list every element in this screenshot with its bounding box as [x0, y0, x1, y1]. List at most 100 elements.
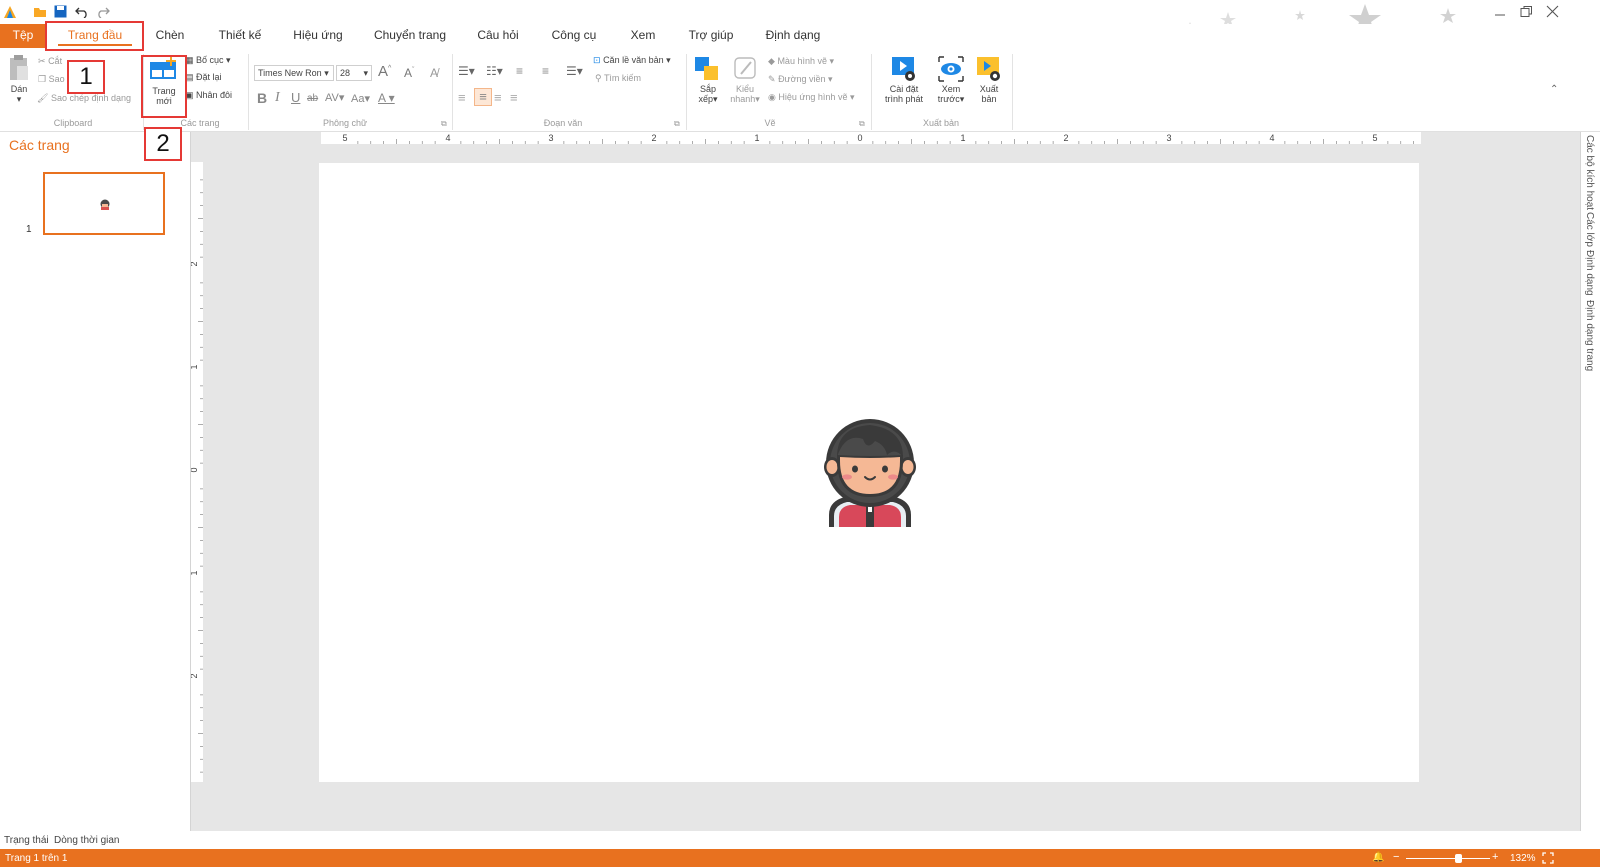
tab-tools[interactable]: Công cụ: [544, 24, 604, 48]
fit-to-window-icon[interactable]: [1542, 852, 1554, 864]
decrease-indent-icon[interactable]: ≡: [516, 64, 523, 78]
zoom-level: 132%: [1510, 853, 1536, 864]
publish-icon: [977, 57, 1000, 81]
search-icon: ⚲: [595, 73, 602, 83]
shape-effects-button[interactable]: ◉ Hiệu ứng hình vẽ ▾: [768, 92, 854, 103]
duplicate-button[interactable]: ▣ Nhân đôi: [185, 90, 232, 101]
arrange-icon: [695, 57, 718, 80]
restore-icon[interactable]: [1520, 5, 1533, 18]
triggers-tab[interactable]: Các bộ kích hoạt: [1584, 135, 1595, 210]
ruler-label: 4: [1269, 133, 1274, 143]
line-spacing-icon[interactable]: ☰▾: [566, 64, 583, 78]
paste-button[interactable]: Dán ▾: [4, 54, 34, 108]
shape-fill-button[interactable]: ◆ Màu hình vẽ ▾: [768, 56, 834, 67]
status-bar: Trang 1 trên 1 🔔 − + 132%: [0, 849, 1600, 867]
increase-indent-icon[interactable]: ≡: [542, 64, 549, 78]
ruler-label: 4: [445, 133, 450, 143]
paragraph-dialog-launcher-icon[interactable]: ⧉: [674, 119, 680, 129]
publish-group-label: Xuất bản: [922, 118, 960, 128]
tab-animations[interactable]: Hiệu ứng: [284, 24, 352, 48]
tab-file[interactable]: Tệp: [0, 24, 46, 48]
minimize-icon[interactable]: [1494, 6, 1506, 18]
publish-button[interactable]: Xuất bản: [972, 54, 1006, 108]
character-spacing-icon[interactable]: AV▾: [325, 91, 344, 104]
step-2-badge: 2: [144, 127, 182, 161]
eye-icon: [938, 56, 964, 82]
clipboard-icon: [10, 55, 28, 80]
change-case-icon[interactable]: Aa▾: [351, 92, 370, 105]
undo-icon[interactable]: [75, 5, 89, 18]
duplicate-label: Nhân đôi: [196, 90, 233, 100]
align-left-icon[interactable]: ≡: [458, 90, 466, 105]
preview-button[interactable]: Xem trước▾: [932, 54, 970, 108]
format-tab[interactable]: Định dạng: [1584, 250, 1595, 296]
find-button[interactable]: ⚲ Tìm kiếm: [595, 73, 641, 84]
font-size-select[interactable]: 28 ▾: [336, 65, 372, 81]
boy-character-image[interactable]: [815, 417, 925, 527]
zoom-slider[interactable]: [1406, 854, 1490, 863]
outline-button[interactable]: ✎ Đường viền ▾: [768, 74, 833, 85]
open-folder-icon[interactable]: [33, 6, 47, 18]
shape-effects-label: Hiệu ứng hình vẽ: [778, 92, 848, 102]
slide-thumbnail-character-icon: [100, 199, 110, 210]
timeline-tab[interactable]: Dòng thời gian: [54, 835, 120, 846]
notification-bell-icon[interactable]: 🔔: [1372, 852, 1384, 863]
zoom-in-button[interactable]: +: [1492, 851, 1498, 863]
layers-tab[interactable]: Các lớp: [1584, 212, 1595, 247]
tab-insert[interactable]: Chèn: [148, 24, 192, 48]
drawing-dialog-launcher-icon[interactable]: ⧉: [859, 119, 865, 129]
zoom-slider-thumb[interactable]: [1455, 854, 1463, 863]
zoom-out-button[interactable]: −: [1393, 851, 1399, 863]
justify-icon[interactable]: ≡: [510, 90, 518, 105]
italic-icon[interactable]: I: [275, 90, 280, 106]
underline-icon[interactable]: U: [291, 90, 300, 105]
font-family-select[interactable]: Times New Ron ▾: [254, 65, 334, 81]
tab-transitions[interactable]: Chuyển trang: [368, 24, 452, 48]
slide-canvas[interactable]: [319, 163, 1419, 782]
font-color-icon[interactable]: A ▾: [378, 91, 395, 105]
tab-design[interactable]: Thiết kế: [210, 24, 270, 48]
ruler-label: 1: [754, 133, 759, 143]
bold-icon[interactable]: B: [257, 90, 267, 106]
align-text-button[interactable]: ⊡ Căn lề văn bản ▾: [593, 55, 671, 66]
align-text-icon: ⊡: [593, 55, 601, 65]
copy-icon: ❐: [38, 74, 47, 84]
clear-format-icon[interactable]: A̸: [430, 66, 438, 80]
copy-button[interactable]: ❐ Sao: [38, 74, 65, 86]
cut-button[interactable]: ✂ Cắt: [38, 56, 62, 68]
font-dialog-launcher-icon[interactable]: ⧉: [441, 119, 447, 129]
pen-icon: ✎: [768, 74, 776, 84]
player-settings-button[interactable]: Cài đặt trình phát: [878, 54, 930, 108]
page-format-tab[interactable]: Định dạng trang: [1584, 300, 1595, 371]
ribbon: Dán ▾ ✂ Cắt ❐ Sao 🖌 Sao chép định dạng C…: [0, 48, 1600, 132]
tab-questions[interactable]: Câu hỏi: [468, 24, 528, 48]
horizontal-ruler: 5 4 3 2 1 0 1 2 3 4 5: [321, 132, 1421, 144]
shrink-font-icon[interactable]: Aˇ: [404, 66, 414, 80]
ruler-label: 5: [1372, 133, 1377, 143]
save-icon[interactable]: [54, 5, 67, 18]
strikethrough-icon[interactable]: ab: [307, 93, 318, 104]
numbering-icon[interactable]: ☷▾: [486, 64, 503, 78]
cut-label: Cắt: [48, 56, 63, 66]
close-icon[interactable]: [1546, 5, 1559, 18]
reset-button[interactable]: ▤ Đặt lại: [185, 72, 222, 83]
align-center-icon[interactable]: ≡: [474, 88, 492, 106]
states-tab[interactable]: Trạng thái: [4, 835, 49, 846]
tab-format[interactable]: Định dạng: [758, 24, 828, 48]
arrange-button[interactable]: Sắp xếp▾: [692, 54, 724, 108]
redo-icon[interactable]: [96, 5, 110, 18]
quick-styles-button[interactable]: Kiểu nhanh▾: [728, 54, 762, 108]
tab-help[interactable]: Trợ giúp: [682, 24, 740, 48]
font-group-label: Phông chữ: [322, 118, 368, 128]
align-right-icon[interactable]: ≡: [494, 90, 502, 105]
format-painter-button[interactable]: 🖌 Sao chép định dạng: [37, 93, 131, 105]
vertical-ruler: 2 1 0 1 2: [191, 162, 203, 782]
tab-view[interactable]: Xem: [622, 24, 664, 48]
bullets-icon[interactable]: ☰▾: [458, 64, 475, 78]
reset-label: Đặt lại: [196, 72, 222, 82]
slide-thumbnail[interactable]: [43, 172, 165, 235]
layout-button[interactable]: ▦ Bố cục ▾: [185, 55, 231, 66]
preview-label-line2: trước▾: [937, 94, 965, 104]
collapse-ribbon-icon[interactable]: ⌃: [1550, 84, 1558, 95]
grow-font-icon[interactable]: A^: [378, 63, 391, 80]
